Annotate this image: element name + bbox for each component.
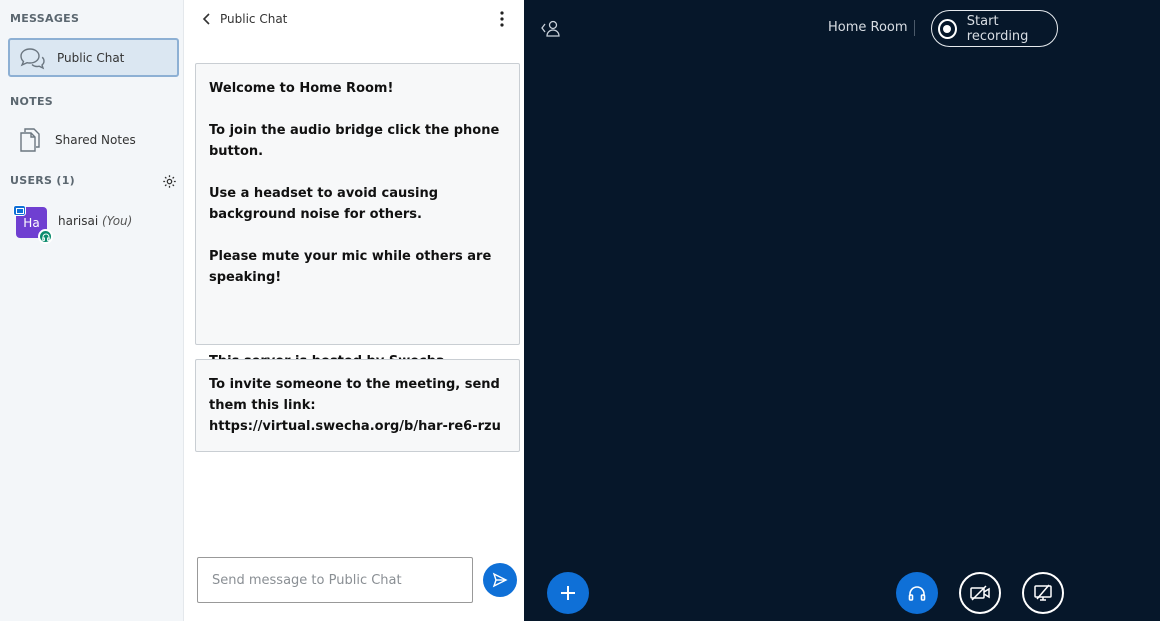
headphones-icon [908,586,926,601]
notes-section-title: NOTES [10,95,53,108]
presenter-icon [13,205,26,216]
record-label: Start recording [966,13,1029,44]
users-section-title: USERS (1) [10,174,75,187]
welcome-message: Welcome to Home Room! To join the audio … [195,63,520,369]
sidebar-item-public-chat[interactable]: Public Chat [8,38,179,77]
room-name: Home Room [828,20,908,35]
send-message-button[interactable] [483,563,517,597]
share-webcam-button[interactable] [959,572,1001,614]
headset-icon [38,229,53,244]
welcome-suffix: ! [387,81,394,96]
share-screen-button[interactable] [1022,572,1064,614]
welcome-room: Home Room [299,81,388,96]
toggle-user-list-button[interactable] [540,18,564,38]
chat-header: Public Chat [184,0,524,38]
shared-notes-label: Shared Notes [55,132,136,147]
close-chat-button[interactable]: Public Chat [200,11,287,27]
welcome-prefix: Welcome to [209,81,300,96]
notes-icon [15,125,45,155]
actions-plus-button[interactable] [547,572,589,614]
chat-message-input[interactable] [198,558,472,602]
invite-message: To invite someone to the meeting, send t… [195,359,520,452]
chat-message-input-wrapper [197,557,473,603]
welcome-line-2: To join the audio bridge click the phone… [209,123,500,159]
start-recording-button[interactable]: Start recording [931,10,1058,47]
user-list-toggle-icon [541,20,560,37]
public-chat-label: Public Chat [57,50,125,65]
record-icon [938,18,957,39]
welcome-line-4: Please mute your mic while others are sp… [209,249,492,285]
messages-section-title: MESSAGES [10,12,80,25]
user-list-item[interactable]: Ha harisai (You) [0,201,184,244]
avatar-initials: Ha [23,215,40,230]
you-marker: (You) [102,214,133,228]
header-divider [914,20,915,36]
user-name-text: harisai [58,214,99,228]
join-audio-button[interactable] [896,572,938,614]
main-presentation-area: Home Room Start recording [524,0,1160,621]
user-name: harisai (You) [58,214,132,228]
chat-options-kebab-icon[interactable] [494,9,510,29]
screen-share-off-icon [1034,584,1052,601]
invite-text: To invite someone to the meeting, send t… [209,377,501,434]
send-icon [492,572,508,588]
chat-panel: Public Chat Welcome to Home Room! To joi… [184,0,524,621]
sidebar: MESSAGES Public Chat NOTES Shared Notes … [0,0,184,621]
plus-icon [561,586,575,600]
chevron-left-icon [202,13,210,25]
user-settings-gear-icon[interactable] [160,172,178,190]
chat-title: Public Chat [220,12,288,26]
sidebar-item-shared-notes[interactable]: Shared Notes [8,120,179,159]
welcome-line-3: Use a headset to avoid causing backgroun… [209,186,439,222]
welcome-line-1: Welcome to Home Room! [209,78,506,99]
chat-bubbles-icon [17,43,47,73]
video-off-icon [970,585,990,601]
